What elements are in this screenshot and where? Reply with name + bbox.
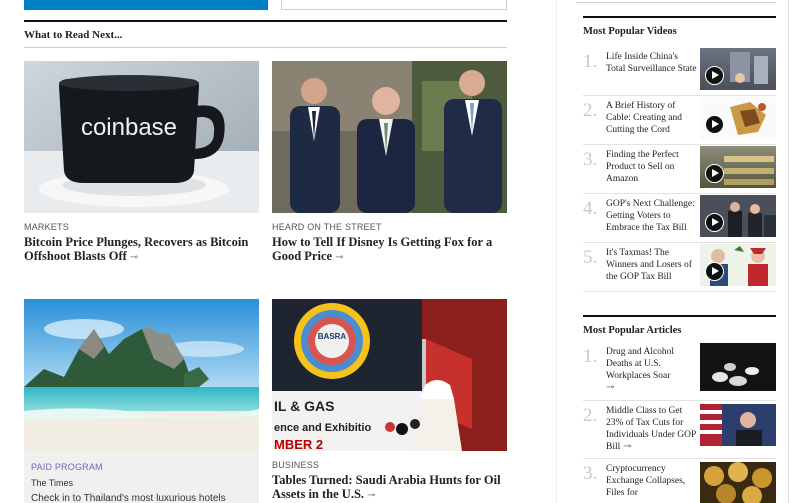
video-title[interactable]: A Brief History of Cable: Creating and C… [606, 100, 698, 136]
rank-number: 1. [583, 51, 598, 72]
most-popular-videos: Most Popular Videos 1. Life Inside China… [583, 16, 776, 311]
video-thumbnail[interactable] [700, 146, 776, 188]
play-icon[interactable] [705, 262, 724, 281]
article-thumbnail[interactable] [700, 343, 776, 391]
video-title[interactable]: Life Inside China's Total Surveillance S… [606, 51, 698, 75]
top-box [281, 0, 507, 10]
video-item[interactable]: 2. A Brief History of Cable: Creating an… [583, 96, 776, 145]
column-divider [556, 0, 557, 503]
key-icon: ⊸ [367, 490, 376, 501]
article-image[interactable] [24, 299, 259, 451]
article-kicker[interactable]: HEARD ON THE STREET [272, 222, 382, 232]
video-thumbnail[interactable] [700, 97, 776, 139]
article-headline[interactable]: Bitcoin Price Plunges, Recovers as Bitco… [24, 235, 259, 265]
banner-text-lower: MBER 2 [274, 437, 323, 451]
article-card[interactable]: BASRA IL & GAS ence and Exhibitio MBER 2… [272, 299, 507, 503]
article-title-text[interactable]: Middle Class to Get 23% of Tax Cuts for … [606, 406, 696, 452]
article-image[interactable]: BASRA IL & GAS ence and Exhibitio MBER 2 [272, 299, 507, 451]
video-thumbnail[interactable] [700, 195, 776, 237]
article-headline[interactable]: Tables Turned: Saudi Arabia Hunts for Oi… [272, 473, 507, 503]
key-icon: ⊸ [606, 382, 615, 393]
basra-logo-text: BASRA [318, 332, 347, 341]
article-kicker[interactable]: MARKETS [24, 222, 69, 232]
article-title-text[interactable]: Drug and Alcohol Deaths at U.S. Workplac… [606, 347, 674, 381]
article-image[interactable]: coinbase [24, 61, 259, 213]
key-icon: ⊸ [623, 441, 632, 452]
key-icon: ⊸ [335, 252, 344, 263]
rank-number: 5. [583, 247, 598, 268]
most-popular-articles: Most Popular Articles 1. Drug and Alcoho… [583, 315, 776, 503]
play-icon[interactable] [705, 66, 724, 85]
play-icon[interactable] [705, 115, 724, 134]
sidebar-header: Most Popular Videos [583, 16, 776, 38]
sidebar-title: Most Popular Articles [583, 325, 682, 336]
article-thumbnail[interactable] [700, 462, 776, 503]
play-icon[interactable] [705, 164, 724, 183]
article-item[interactable]: 1. Drug and Alcohol Deaths at U.S. Workp… [583, 342, 776, 401]
article-title[interactable]: Drug and Alcohol Deaths at U.S. Workplac… [606, 346, 698, 394]
article-image[interactable] [272, 61, 507, 213]
rank-number: 3. [583, 463, 598, 484]
paid-program-label[interactable]: PAID PROGRAM [31, 462, 103, 472]
key-icon: ⊸ [129, 252, 139, 263]
what-to-read-next-header: What to Read Next... [24, 20, 507, 48]
rank-number: 2. [583, 405, 598, 426]
coinbase-logo-text: coinbase [81, 114, 177, 141]
article-kicker[interactable]: BUSINESS [272, 460, 319, 470]
rank-number: 2. [583, 100, 598, 121]
top-blue-banner [24, 0, 268, 10]
article-item[interactable]: 2. Middle Class to Get 23% of Tax Cuts f… [583, 401, 776, 459]
sidebar-title: Most Popular Videos [583, 26, 677, 37]
video-item[interactable]: 1. Life Inside China's Total Surveillanc… [583, 47, 776, 96]
video-thumbnail[interactable] [700, 48, 776, 90]
headline-text[interactable]: Tables Turned: Saudi Arabia Hunts for Oi… [272, 473, 501, 501]
rank-number: 1. [583, 346, 598, 367]
headline-text[interactable]: How to Tell If Disney Is Getting Fox for… [272, 235, 492, 263]
video-item[interactable]: 5. It's Taxmas! The Winners and Losers o… [583, 243, 776, 292]
video-title[interactable]: Finding the Perfect Product to Sell on A… [606, 149, 698, 185]
article-card[interactable]: HEARD ON THE STREET How to Tell If Disne… [272, 61, 507, 271]
rank-number: 3. [583, 149, 598, 170]
article-title[interactable]: Cryptocurrency Exchange Collapses, Files… [606, 463, 698, 499]
section-title: What to Read Next... [24, 29, 123, 41]
paid-program-panel[interactable]: PAID PROGRAM The Times Check in to Thail… [24, 451, 259, 503]
paid-headline[interactable]: Check in to Thailand's most luxurious ho… [31, 493, 226, 503]
article-card[interactable]: PAID PROGRAM The Times Check in to Thail… [24, 299, 259, 503]
video-title[interactable]: GOP's Next Challenge: Getting Voters to … [606, 198, 698, 234]
sidebar-header: Most Popular Articles [583, 315, 776, 337]
play-icon[interactable] [705, 213, 724, 232]
article-title[interactable]: Middle Class to Get 23% of Tax Cuts for … [606, 405, 698, 453]
article-thumbnail[interactable] [700, 404, 776, 446]
video-item[interactable]: 3. Finding the Perfect Product to Sell o… [583, 145, 776, 194]
video-title[interactable]: It's Taxmas! The Winners and Losers of t… [606, 247, 698, 283]
article-card[interactable]: coinbase MARKETS Bitcoin Price Plunges, … [24, 61, 259, 271]
banner-text-gas: IL & GAS [274, 398, 334, 414]
sponsor-name: The Times [31, 478, 74, 488]
video-thumbnail[interactable] [700, 244, 776, 286]
top-right-box [576, 0, 776, 3]
video-item[interactable]: 4. GOP's Next Challenge: Getting Voters … [583, 194, 776, 243]
article-item[interactable]: 3. Cryptocurrency Exchange Collapses, Fi… [583, 459, 776, 503]
article-headline[interactable]: How to Tell If Disney Is Getting Fox for… [272, 235, 507, 265]
banner-text-exhibition: ence and Exhibitio [274, 422, 371, 434]
rank-number: 4. [583, 198, 598, 219]
